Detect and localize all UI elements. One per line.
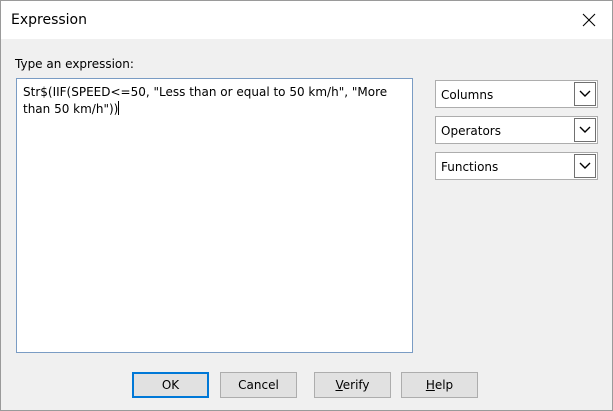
functions-dropdown-label: Functions [441,160,499,174]
columns-dropdown[interactable]: Columns [435,80,598,108]
expression-dialog: Expression Type an expression: Str$(IIF(… [0,0,613,411]
functions-dropdown-button[interactable] [574,154,596,178]
help-mnemonic: H [425,378,435,392]
cancel-button-label: Cancel [238,378,279,392]
help-button[interactable]: Help [401,372,478,398]
columns-dropdown-label: Columns [441,88,494,102]
text-caret [118,101,120,115]
operators-dropdown[interactable]: Operators [435,116,598,144]
verify-button-label: Verify [335,378,369,392]
title-bar: Expression [1,1,612,39]
chevron-down-icon [579,90,591,97]
expression-prompt-label: Type an expression: [15,57,134,71]
functions-dropdown[interactable]: Functions [435,152,598,180]
help-label-rest: elp [434,378,454,392]
columns-dropdown-button[interactable] [574,82,596,106]
close-button[interactable] [566,1,612,39]
verify-button[interactable]: Verify [314,372,391,398]
expression-text: Str$(IIF(SPEED<=50, "Less than or equal … [23,85,391,116]
expression-input[interactable]: Str$(IIF(SPEED<=50, "Less than or equal … [16,78,413,353]
verify-mnemonic: V [335,378,343,392]
cancel-button[interactable]: Cancel [220,372,297,398]
chevron-down-icon [579,126,591,133]
verify-label-rest: erify [342,378,370,392]
operators-dropdown-button[interactable] [574,118,596,142]
operators-dropdown-label: Operators [441,124,501,138]
ok-button[interactable]: OK [132,372,209,398]
ok-button-label: OK [161,378,180,392]
close-icon [582,13,596,27]
window-title: Expression [11,12,87,28]
chevron-down-icon [579,162,591,169]
help-button-label: Help [426,378,453,392]
